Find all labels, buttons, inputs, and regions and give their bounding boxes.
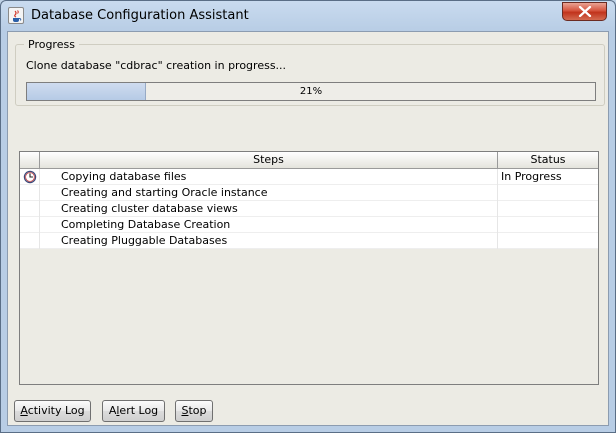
row-icon-cell [20,233,40,249]
table-row[interactable]: Creating and starting Oracle instance [20,185,598,201]
button-label: top [188,404,207,417]
stop-button[interactable]: Stop [175,400,213,422]
progress-legend: Progress [24,38,79,51]
row-icon-cell [20,217,40,233]
row-step-text: Copying database files [40,169,498,185]
row-icon-cell [20,185,40,201]
mnemonic: A [20,404,28,417]
app-window: Database Configuration Assistant Progres… [0,0,616,433]
button-label: ctivity Log [27,404,85,417]
row-status-text [498,185,598,201]
java-cup-icon [8,7,24,24]
client-area: Progress Clone database "cdbrac" creatio… [7,31,609,426]
row-icon-cell [20,169,40,185]
progress-percent: 21% [299,86,323,97]
activity-log-button[interactable]: Activity Log [14,400,91,422]
status-column-header[interactable]: Status [498,152,598,169]
close-icon [578,6,592,17]
progress-bar: 21% [26,82,596,101]
row-status-text [498,217,598,233]
table-row[interactable]: Completing Database Creation [20,217,598,233]
clock-icon [23,170,37,184]
steps-column-header[interactable]: Steps [40,152,498,169]
progress-group: Progress Clone database "cdbrac" creatio… [15,38,605,106]
title-bar[interactable]: Database Configuration Assistant [1,1,615,31]
row-status-text: In Progress [501,170,562,183]
row-status-text [498,233,598,249]
close-button[interactable] [562,2,607,21]
button-label: ert Log [119,404,159,417]
row-step-text: Completing Database Creation [40,217,498,233]
table-row[interactable]: Creating Pluggable Databases [20,233,598,249]
row-step-text: Creating and starting Oracle instance [40,185,498,201]
row-icon-cell [20,201,40,217]
steps-table: Steps Status Copying database files In P… [19,151,599,385]
table-row[interactable]: Creating cluster database views [20,201,598,217]
table-row[interactable]: Copying database files In Progress [20,169,598,185]
icon-column-header[interactable] [20,152,40,169]
row-step-text: Creating cluster database views [40,201,498,217]
alert-log-button[interactable]: Alert Log [102,400,165,422]
window-title: Database Configuration Assistant [31,8,249,23]
row-status-text [498,201,598,217]
progress-message: Clone database "cdbrac" creation in prog… [26,59,287,72]
row-step-text: Creating Pluggable Databases [40,233,498,249]
